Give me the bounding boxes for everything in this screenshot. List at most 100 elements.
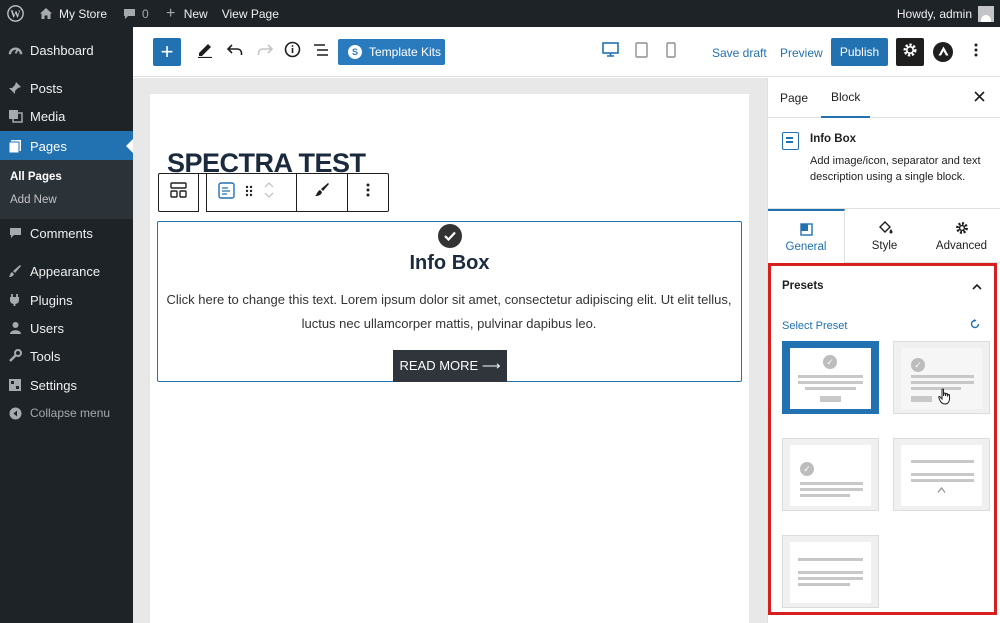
- preset-option-5[interactable]: [782, 535, 879, 608]
- preset-line: [911, 381, 974, 384]
- sidebar-item-label: Appearance: [30, 263, 101, 279]
- more-options-button[interactable]: [966, 38, 986, 66]
- chevron-up-icon[interactable]: [972, 279, 982, 293]
- read-more-button[interactable]: READ MORE ⟶: [393, 350, 507, 382]
- preset-line: [798, 558, 863, 561]
- preview-button[interactable]: Preview: [780, 39, 823, 67]
- tablet-preview-button[interactable]: [630, 38, 652, 66]
- block-style-button[interactable]: [297, 174, 348, 211]
- hand-cursor-icon: [938, 388, 952, 409]
- preset-button-bar: [820, 396, 841, 402]
- preset-line: [911, 375, 974, 378]
- tab-advanced[interactable]: Advanced: [923, 209, 1000, 263]
- reset-icon[interactable]: [970, 318, 980, 332]
- preset-option-3[interactable]: ✓: [782, 438, 879, 511]
- preset-thumbnail: ✓: [790, 348, 871, 409]
- details-button[interactable]: [278, 38, 306, 66]
- wrench-icon: [0, 349, 30, 363]
- plus-icon: +: [166, 4, 176, 22]
- tab-block[interactable]: Block: [821, 78, 871, 118]
- sidebar-item-pages[interactable]: Pages: [0, 131, 133, 161]
- pages-submenu: All Pages Add New: [0, 160, 133, 219]
- wordpress-logo-icon[interactable]: W: [0, 0, 31, 27]
- preset-line: [911, 460, 974, 463]
- home-icon: [38, 6, 54, 22]
- svg-text:W: W: [10, 9, 21, 20]
- desktop-preview-button[interactable]: [598, 38, 622, 66]
- astra-settings-button[interactable]: [933, 42, 953, 62]
- sidebar-item-label: Dashboard: [30, 42, 94, 58]
- sidebar-item-users[interactable]: Users: [0, 313, 133, 343]
- preset-option-2[interactable]: ✓: [893, 341, 990, 414]
- page-title[interactable]: SPECTRA TEST: [167, 148, 397, 174]
- tools-button[interactable]: [191, 38, 219, 66]
- site-name-link[interactable]: My Store: [31, 0, 114, 27]
- preset-line: [800, 494, 850, 497]
- spectra-logo-icon: S: [347, 45, 362, 59]
- pencil-icon: [197, 42, 213, 63]
- preset-caret-icon: [937, 485, 946, 495]
- sidebar-item-appearance[interactable]: Appearance: [0, 256, 133, 286]
- list-view-icon: [313, 43, 329, 62]
- presets-heading[interactable]: Presets: [782, 280, 824, 292]
- new-label: New: [183, 6, 208, 21]
- view-page-link[interactable]: View Page: [215, 0, 286, 27]
- redo-icon: [257, 43, 274, 62]
- general-tab-icon: [799, 221, 813, 237]
- redo-button[interactable]: [251, 38, 279, 66]
- sidebar-item-dashboard[interactable]: Dashboard: [0, 35, 133, 65]
- preset-line: [798, 583, 850, 586]
- tab-general[interactable]: General: [768, 209, 845, 263]
- preset-line: [805, 387, 856, 390]
- sidebar-item-settings[interactable]: Settings: [0, 370, 133, 400]
- collapse-menu-button[interactable]: Collapse menu: [0, 398, 133, 428]
- drag-handle-icon[interactable]: [245, 184, 253, 202]
- close-icon[interactable]: [974, 89, 985, 107]
- mobile-preview-button[interactable]: [661, 38, 681, 66]
- tab-general-label: General: [785, 241, 827, 253]
- preset-thumbnail: [790, 542, 871, 603]
- sidebar-item-plugins[interactable]: Plugins: [0, 285, 133, 315]
- sidebar-item-label: Posts: [30, 80, 63, 96]
- undo-button[interactable]: [221, 38, 249, 66]
- brush-icon: [0, 264, 30, 278]
- gear-icon: [902, 42, 918, 63]
- tab-advanced-label: Advanced: [935, 240, 988, 252]
- tab-page[interactable]: Page: [780, 78, 808, 118]
- sidebar-item-label: Plugins: [30, 292, 73, 308]
- block-options-button[interactable]: [348, 174, 388, 211]
- comments-link[interactable]: 0: [114, 0, 156, 27]
- sidebar-item-tools[interactable]: Tools: [0, 341, 133, 371]
- add-block-button[interactable]: +: [153, 38, 181, 66]
- sidebar-item-posts[interactable]: Posts: [0, 73, 133, 103]
- save-draft-button[interactable]: Save draft: [712, 39, 767, 67]
- sidebar-item-label: Users: [30, 320, 64, 336]
- preset-option-1[interactable]: ✓: [782, 341, 879, 414]
- comments-count: 0: [142, 6, 149, 21]
- sidebar-item-label: Media: [30, 108, 66, 124]
- move-up-down-icon[interactable]: [263, 179, 275, 206]
- template-kits-button[interactable]: S Template Kits: [338, 39, 445, 65]
- tab-style[interactable]: Style: [846, 209, 923, 263]
- preset-thumbnail: [901, 445, 982, 506]
- account-menu[interactable]: Howdy, admin: [896, 5, 1000, 22]
- publish-button[interactable]: Publish: [831, 38, 888, 66]
- preset-option-4[interactable]: [893, 438, 990, 511]
- spectra-layout-button[interactable]: [159, 174, 199, 211]
- tab-style-label: Style: [871, 240, 898, 252]
- submenu-add-new[interactable]: Add New: [10, 194, 57, 206]
- howdy-label: Howdy, admin: [896, 6, 972, 21]
- sidebar-item-media[interactable]: Media: [0, 101, 133, 131]
- info-box-block[interactable]: Info Box Click here to change this text.…: [157, 221, 742, 382]
- info-box-title[interactable]: Info Box: [158, 252, 741, 275]
- avatar: [978, 5, 994, 22]
- submenu-all-pages[interactable]: All Pages: [10, 171, 62, 183]
- new-content-link[interactable]: + New: [156, 0, 215, 27]
- settings-toggle-button[interactable]: [896, 38, 924, 66]
- info-box-description[interactable]: Click here to change this text. Lorem ip…: [161, 288, 737, 336]
- sidebar-item-comments[interactable]: Comments: [0, 218, 133, 248]
- collapse-arrow-icon: [0, 407, 30, 420]
- list-view-button[interactable]: [307, 38, 335, 66]
- block-type-button[interactable]: [206, 174, 297, 211]
- mobile-icon: [666, 41, 676, 63]
